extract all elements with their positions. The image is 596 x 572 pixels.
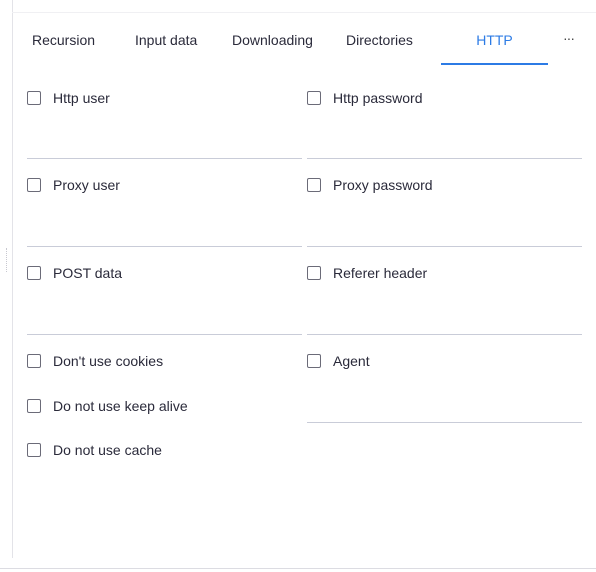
dont-use-cookies-option[interactable]: Don't use cookies <box>27 351 163 371</box>
http-user-field: Http user <box>27 88 302 159</box>
tab-recursion[interactable]: Recursion <box>32 18 95 63</box>
bottom-divider <box>0 568 596 569</box>
proxy-user-field: Proxy user <box>27 175 302 247</box>
no-keep-alive-option[interactable]: Do not use keep alive <box>27 396 188 416</box>
tab-http[interactable]: HTTP <box>441 18 548 65</box>
http-password-label: Http password <box>333 90 423 106</box>
agent-label: Agent <box>333 353 370 369</box>
referer-header-field: Referer header <box>307 263 582 335</box>
referer-header-checkbox[interactable] <box>307 266 321 280</box>
tab-input-data[interactable]: Input data <box>135 18 197 63</box>
no-keep-alive-checkbox[interactable] <box>27 399 41 413</box>
settings-tab-bar: Recursion Input data Downloading Directo… <box>12 18 596 65</box>
referer-header-label: Referer header <box>333 265 428 281</box>
tab-directories[interactable]: Directories <box>346 18 413 63</box>
http-user-checkbox[interactable] <box>27 91 41 105</box>
resize-grip[interactable] <box>6 248 10 272</box>
proxy-user-input[interactable] <box>27 219 302 247</box>
no-cache-option[interactable]: Do not use cache <box>27 440 162 460</box>
agent-input[interactable] <box>307 395 582 423</box>
agent-field: Agent <box>307 351 582 423</box>
http-password-field: Http password <box>307 88 582 159</box>
proxy-password-checkbox[interactable] <box>307 178 321 192</box>
agent-checkbox[interactable] <box>307 354 321 368</box>
http-password-checkbox[interactable] <box>307 91 321 105</box>
proxy-password-label: Proxy password <box>333 177 433 193</box>
proxy-user-checkbox[interactable] <box>27 178 41 192</box>
tab-downloading[interactable]: Downloading <box>232 18 313 63</box>
top-divider <box>12 12 596 13</box>
post-data-input[interactable] <box>27 307 302 335</box>
referer-header-input[interactable] <box>307 307 582 335</box>
post-data-field: POST data <box>27 263 302 335</box>
http-user-label: Http user <box>53 90 110 106</box>
proxy-password-input[interactable] <box>307 219 582 247</box>
http-password-input[interactable] <box>307 131 582 159</box>
post-data-checkbox[interactable] <box>27 266 41 280</box>
no-keep-alive-label: Do not use keep alive <box>53 398 188 414</box>
proxy-user-label: Proxy user <box>53 177 120 193</box>
no-cache-label: Do not use cache <box>53 442 162 458</box>
no-cache-checkbox[interactable] <box>27 443 41 457</box>
dont-use-cookies-checkbox[interactable] <box>27 354 41 368</box>
more-tabs-icon[interactable]: ··· <box>563 18 575 63</box>
dont-use-cookies-label: Don't use cookies <box>53 353 164 369</box>
post-data-label: POST data <box>53 265 123 281</box>
proxy-password-field: Proxy password <box>307 175 582 247</box>
http-user-input[interactable] <box>27 131 302 159</box>
